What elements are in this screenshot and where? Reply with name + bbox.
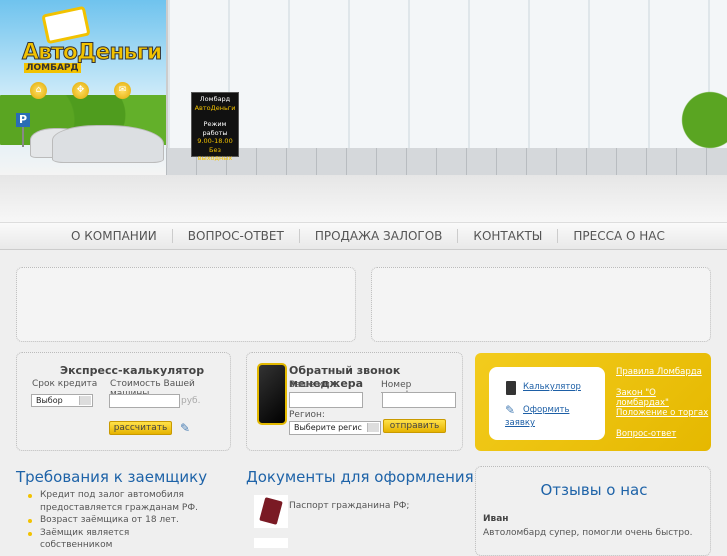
sign-line: 9.00-18.00 bbox=[197, 137, 233, 145]
nav-contacts[interactable]: КОНТАКТЫ bbox=[458, 229, 559, 243]
callback-form: Обратный звонок менеджера Ваше имя: Номе… bbox=[246, 352, 463, 451]
term-select[interactable]: Выбор bbox=[31, 394, 93, 407]
ground bbox=[0, 175, 727, 222]
list-item: Заёмщик является собственником bbox=[26, 527, 201, 552]
logo-subtext: ЛОМБАРД bbox=[24, 63, 81, 73]
passport-icon bbox=[254, 495, 288, 528]
nav-sales[interactable]: ПРОДАЖА ЗАЛОГОВ bbox=[300, 229, 459, 243]
calculator-link[interactable]: Калькулятор bbox=[523, 382, 581, 392]
calculate-button[interactable]: рассчитать bbox=[109, 421, 172, 435]
sign-line: Без выходных bbox=[197, 145, 233, 163]
nav-about[interactable]: О КОМПАНИИ bbox=[56, 229, 173, 243]
banner-slot-right bbox=[371, 267, 711, 342]
send-button[interactable]: отправить bbox=[383, 419, 446, 433]
requirements-list: Кредит под залог автомобиля предоставляе… bbox=[26, 489, 201, 552]
working-hours-sign: Ломбард АвтоДеньги Режим работы 9.00-18.… bbox=[191, 92, 239, 162]
quick-links-panel: Калькулятор ✎ Оформить заявку Правила Ло… bbox=[475, 353, 711, 451]
express-calculator: Экспресс-калькулятор Срок кредита Стоимо… bbox=[16, 352, 231, 451]
building-base bbox=[166, 148, 727, 175]
document-item: Паспорт гражданина РФ; bbox=[289, 501, 410, 511]
main-nav: О КОМПАНИИ ВОПРОС-ОТВЕТ ПРОДАЖА ЗАЛОГОВ … bbox=[0, 222, 727, 250]
price-input[interactable] bbox=[109, 394, 180, 408]
sign-line: Режим работы bbox=[202, 120, 228, 137]
auction-link[interactable]: Положение о торгах bbox=[616, 408, 708, 418]
logo[interactable]: АвтоДеньги ЛОМБАРД bbox=[18, 5, 163, 76]
region-select[interactable]: Выберите регис bbox=[289, 421, 381, 435]
documents-title: Документы для оформления bbox=[246, 468, 474, 486]
sign-line: Ломбард bbox=[199, 95, 231, 103]
name-label: Ваше имя: bbox=[289, 380, 339, 390]
reviews-title: Отзывы о нас bbox=[540, 481, 648, 499]
bush bbox=[680, 80, 727, 160]
mail-icon[interactable]: ✉ bbox=[114, 82, 131, 99]
phone-input[interactable] bbox=[382, 392, 456, 408]
apply-link[interactable]: Оформить заявку bbox=[505, 404, 597, 430]
sitemap-icon[interactable]: ✥ bbox=[72, 82, 89, 99]
review-text: Автоломбард супер, помогли очень быстро. bbox=[483, 528, 693, 538]
list-item: Возраст заёмщика от 18 лет. bbox=[26, 514, 201, 527]
reviews-box: Отзывы о нас Иван Автоломбард супер, пом… bbox=[475, 466, 711, 556]
sign-line: АвтоДеньги bbox=[194, 103, 236, 112]
review-author: Иван bbox=[483, 514, 509, 524]
edit-form-icon[interactable]: ✎ bbox=[180, 421, 190, 435]
faq-link[interactable]: Вопрос-ответ bbox=[616, 429, 676, 439]
home-icon[interactable]: ⌂ bbox=[30, 82, 47, 99]
quick-links-inner: Калькулятор ✎ Оформить заявку bbox=[489, 367, 605, 440]
logo-text: АвтоДеньги bbox=[21, 40, 162, 66]
calculator-icon bbox=[506, 381, 516, 395]
term-label: Срок кредита bbox=[32, 379, 98, 389]
parking-pole bbox=[22, 127, 24, 147]
parking-sign-icon: P bbox=[16, 113, 30, 127]
car-front bbox=[52, 125, 164, 163]
law-link[interactable]: Закон "О ломбардах" bbox=[616, 388, 711, 408]
list-item: Кредит под залог автомобиля предоставляе… bbox=[26, 489, 201, 514]
banner-slot-left bbox=[16, 267, 356, 342]
nav-faq[interactable]: ВОПРОС-ОТВЕТ bbox=[173, 229, 300, 243]
nav-press[interactable]: ПРЕССА О НАС bbox=[558, 229, 680, 243]
currency-label: руб. bbox=[181, 396, 201, 406]
calculator-title: Экспресс-калькулятор bbox=[60, 364, 205, 377]
document-icon bbox=[254, 538, 288, 548]
region-label: Регион: bbox=[289, 410, 325, 420]
rules-link[interactable]: Правила Ломбарда bbox=[616, 367, 702, 377]
header-banner: АвтоДеньги ЛОМБАРД ⌂ ✥ ✉ P Ломбард АвтоД… bbox=[0, 0, 727, 222]
name-input[interactable] bbox=[289, 392, 363, 408]
phone-icon bbox=[257, 363, 287, 425]
requirements-title: Требования к заемщику bbox=[16, 468, 208, 486]
